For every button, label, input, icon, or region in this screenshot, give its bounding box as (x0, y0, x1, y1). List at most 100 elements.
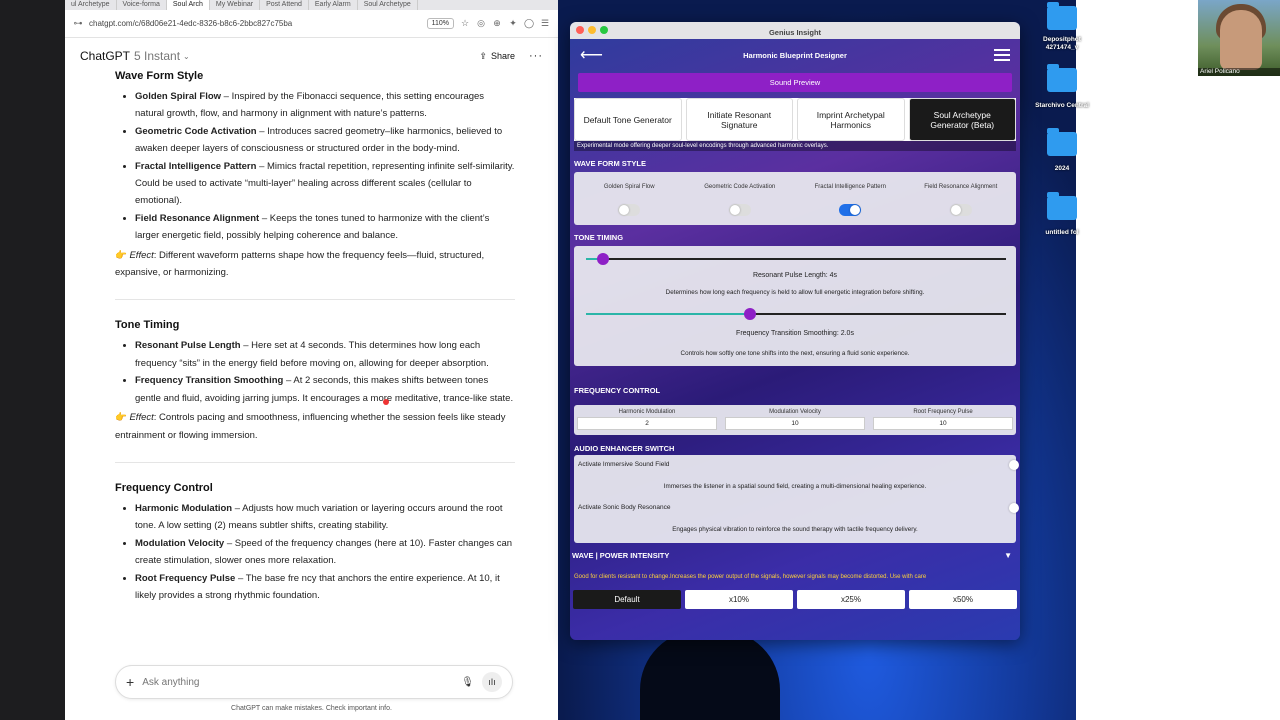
tone-timing-section-label: TONE TIMING (574, 233, 624, 242)
desktop-folder-icon[interactable] (1047, 2, 1077, 30)
download-icon[interactable]: ⊕ (492, 18, 502, 29)
puzzle-icon[interactable]: ✦ (508, 18, 518, 29)
generator-description: Experimental mode offering deeper soul-l… (574, 141, 1016, 151)
waveform-label: Golden Spiral Flow (603, 184, 655, 190)
slider-thumb[interactable] (596, 253, 609, 265)
model-selector[interactable]: 5 Instant (134, 49, 180, 63)
pulse-length-label: Resonant Pulse Length: 4s (752, 272, 838, 279)
more-options-icon[interactable]: ··· (529, 50, 543, 62)
waveform-option: Fractal Intelligence Pattern (795, 172, 906, 225)
composer: + 🎙 ıIı (115, 665, 513, 699)
effect-note: 👉 Effect: Controls pacing and smoothness… (115, 412, 506, 441)
intensity-50-button[interactable]: x50% (909, 590, 1017, 609)
pulse-length-slider[interactable] (586, 253, 1006, 265)
frequency-section-label: FREQUENCY CONTROL (574, 386, 661, 395)
intensity-default-button[interactable]: Default (573, 590, 681, 609)
intensity-25-button[interactable]: x25% (797, 590, 905, 609)
generator-resonant-signature[interactable]: Initiate Resonant Signature (685, 98, 793, 141)
window-title: Genius Insight (768, 28, 822, 37)
browser-tab[interactable]: Early Alarm (309, 0, 358, 10)
browser-tab[interactable]: ul Archetype (65, 0, 117, 10)
pointing-hand-icon: 👉 (115, 249, 130, 261)
waveform-label: Fractal Intelligence Pattern (814, 184, 886, 190)
desktop-icon-label: 2024 (1054, 165, 1070, 172)
list-item: Frequency Transition Smoothing – At 2 se… (135, 372, 515, 407)
share-icon: ⇪ (479, 50, 487, 61)
browser-tab[interactable]: Voice-forma (117, 0, 167, 10)
window-titlebar: Genius Insight (570, 22, 1020, 39)
generator-default-tone[interactable]: Default Tone Generator (574, 98, 682, 141)
divider (115, 461, 515, 463)
site-settings-icon[interactable]: ⊶ (73, 18, 83, 29)
audio-enhancer-section-label: AUDIO ENHANCER SWITCH (574, 444, 675, 453)
list-item: Root Frequency Pulse – The base fre ncy … (135, 570, 515, 605)
sonic-body-description: Engages physical vibration to reinforce … (672, 526, 918, 533)
chat-message: Wave Form Style Golden Spiral Flow – Ins… (115, 70, 515, 604)
transition-smoothing-description: Controls how softly one tone shifts into… (680, 350, 910, 357)
sound-preview-button[interactable]: Sound Preview (578, 73, 1012, 92)
extension-icon[interactable]: ◎ (476, 18, 486, 29)
desktop-folder-icon[interactable] (1047, 64, 1077, 92)
share-button[interactable]: ⇪ Share (479, 51, 515, 62)
browser-tab-active[interactable]: Soul Arch (166, 0, 210, 10)
ask-input[interactable] (142, 676, 454, 688)
frequency-panel: Harmonic Modulation 2 Modulation Velocit… (574, 405, 1016, 435)
list-item: Fractal Intelligence Pattern – Mimics fr… (135, 158, 515, 210)
generator-archetypal-harmonics[interactable]: Imprint Archetypal Harmonics (797, 98, 905, 141)
zoom-badge[interactable]: 110% (426, 18, 454, 29)
slider-fill (586, 313, 750, 315)
intensity-selector: Default x10% x25% x50% (573, 590, 1017, 609)
bookmark-star-icon[interactable]: ☆ (460, 18, 470, 29)
browser-tab[interactable]: Post Attend (260, 0, 309, 10)
field-resonance-toggle[interactable] (949, 204, 972, 216)
cursor-indicator (383, 399, 389, 405)
chevron-down-icon[interactable]: ▼ (1004, 551, 1012, 560)
power-intensity-label: WAVE | POWER INTENSITY (572, 551, 670, 560)
tone-timing-panel: Resonant Pulse Length: 4s Determines how… (574, 246, 1016, 366)
pulse-length-description: Determines how long each frequency is he… (665, 289, 925, 296)
plus-icon[interactable]: + (126, 674, 134, 690)
desktop-icon-label: untitled fol (1045, 229, 1079, 236)
back-arrow-icon[interactable]: ⟵ (580, 45, 603, 65)
chevron-down-icon[interactable]: ⌄ (183, 52, 190, 61)
geometric-code-toggle[interactable] (728, 204, 751, 216)
waveform-section-label: WAVE FORM STYLE (574, 159, 646, 168)
transition-smoothing-slider[interactable] (586, 308, 1006, 320)
tab-strip: ul Archetype Voice-forma Soul Arch My We… (65, 0, 558, 10)
maximize-window-icon[interactable] (600, 26, 608, 34)
microphone-icon[interactable]: 🎙 (461, 677, 474, 688)
minimize-window-icon[interactable] (588, 26, 596, 34)
harmonic-modulation-input[interactable]: 2 (577, 417, 717, 430)
menu-icon[interactable]: ☰ (540, 18, 550, 29)
left-desktop-strip (0, 0, 65, 720)
close-window-icon[interactable] (576, 26, 584, 34)
modulation-velocity-input[interactable]: 10 (725, 417, 865, 430)
genius-insight-window: Genius Insight ⟵ Harmonic Blueprint Desi… (570, 22, 1020, 640)
designer-header: ⟵ Harmonic Blueprint Designer (570, 39, 1020, 71)
desktop-folder-icon[interactable] (1047, 128, 1077, 156)
list-item: Geometric Code Activation – Introduces s… (135, 123, 515, 158)
desktop-folder-icon[interactable] (1047, 192, 1077, 220)
golden-spiral-toggle[interactable] (618, 204, 641, 216)
waveform-panel: Golden Spiral Flow Geometric Code Activa… (574, 172, 1016, 225)
hamburger-menu-icon[interactable] (994, 49, 1010, 61)
intensity-10-button[interactable]: x10% (685, 590, 793, 609)
audio-enhancer-panel: Activate Immersive Sound Field Immerses … (574, 455, 1016, 543)
slider-thumb[interactable] (743, 308, 756, 320)
fractal-intelligence-toggle[interactable] (839, 204, 862, 216)
generator-soul-archetype[interactable]: Soul Archetype Generator (Beta) (908, 98, 1016, 141)
profile-icon[interactable]: ◯ (524, 18, 534, 29)
browser-tab[interactable]: My Webinar (210, 0, 261, 10)
waveform-option: Geometric Code Activation (685, 172, 796, 225)
url-field[interactable]: chatgpt.com/c/68d06e21-4edc-8326-b8c6-2b… (89, 19, 421, 28)
designer-title: Harmonic Blueprint Designer (743, 50, 847, 60)
chat-header: ChatGPT 5 Instant ⌄ ⇪ Share ··· (65, 38, 558, 74)
root-frequency-input[interactable]: 10 (873, 417, 1013, 430)
sonic-body-label: Activate Sonic Body Resonance (578, 504, 671, 511)
power-intensity-header[interactable]: WAVE | POWER INTENSITY ▼ (572, 551, 1018, 560)
voice-mode-icon[interactable]: ıIı (482, 672, 502, 692)
list-item: Harmonic Modulation – Adjusts how much v… (135, 500, 515, 535)
browser-tab[interactable]: Soul Archetype (358, 0, 418, 10)
list-item: Golden Spiral Flow – Inspired by the Fib… (135, 88, 515, 123)
webcam-feed: Ariel Policano (1198, 0, 1280, 76)
